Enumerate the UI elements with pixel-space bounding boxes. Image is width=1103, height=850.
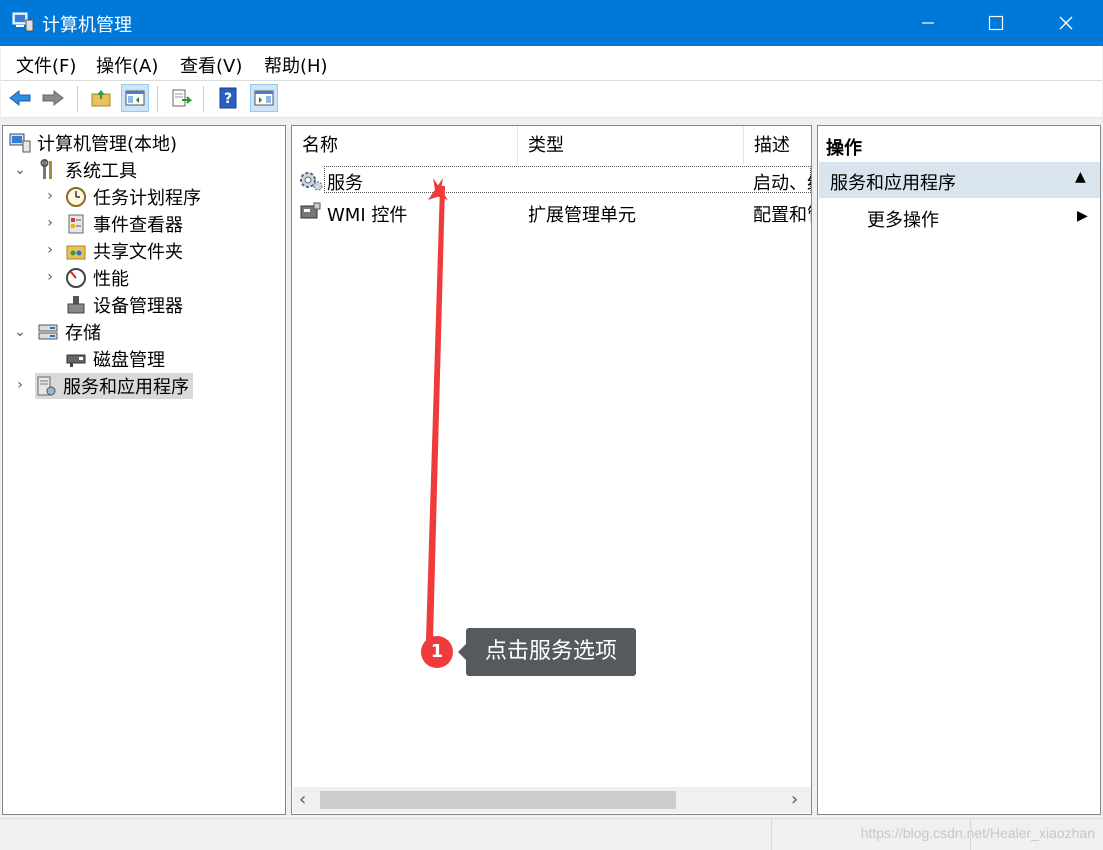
export-list-icon[interactable]	[167, 84, 195, 112]
menu-view[interactable]: 查看(V)	[180, 52, 242, 78]
tools-icon	[37, 159, 59, 181]
tree-item-label: 服务和应用程序	[63, 377, 189, 398]
tree-root-label: 计算机管理(本地)	[37, 134, 178, 155]
column-header-type[interactable]: 类型	[518, 126, 744, 164]
chevron-down-icon[interactable]: ⌄	[13, 324, 27, 340]
tree-item-label: 磁盘管理	[93, 350, 165, 371]
tree-item-label: 设备管理器	[93, 296, 183, 317]
menu-action[interactable]: 操作(A)	[96, 52, 158, 78]
chevron-right-icon[interactable]: ›	[13, 377, 27, 393]
tree-item-storage[interactable]: 存储	[37, 319, 101, 345]
svg-text:?: ?	[224, 91, 232, 107]
tree-item-task-scheduler[interactable]: 任务计划程序	[65, 184, 201, 210]
back-icon[interactable]	[6, 84, 34, 112]
forward-icon[interactable]	[39, 84, 67, 112]
cell-name: 服务	[327, 173, 363, 194]
row-focus-rect	[324, 166, 811, 193]
list-row-wmi[interactable]: WMI 控件 扩展管理单元 配置和管	[298, 198, 811, 226]
tree-item-shared-folders[interactable]: 共享文件夹	[65, 238, 183, 264]
services-gear-icon	[298, 168, 324, 197]
tree-item-label: 共享文件夹	[93, 242, 183, 263]
maximize-button[interactable]	[973, 0, 1019, 46]
show-hide-tree-icon[interactable]	[121, 84, 149, 112]
cell-description: 启动、约	[753, 173, 811, 194]
minimize-button[interactable]	[905, 0, 951, 46]
actions-title: 操作	[826, 138, 862, 159]
toolbar: ?	[1, 81, 1102, 118]
close-button[interactable]	[1043, 0, 1089, 46]
console-tree[interactable]: 计算机管理(本地) ⌄ 系统工具 › 任务计划程序 › 事件查看器 › 共享文件…	[2, 125, 286, 815]
chevron-right-icon[interactable]: ›	[43, 269, 57, 285]
clock-icon	[65, 186, 87, 208]
collapse-up-icon[interactable]: ▲	[1075, 169, 1086, 185]
shared-folder-icon	[65, 240, 87, 262]
tree-item-label: 存储	[65, 323, 101, 344]
chevron-right-icon[interactable]: ›	[43, 215, 57, 231]
toolbar-separator	[157, 86, 158, 112]
column-header-description[interactable]: 描述	[744, 126, 811, 164]
tree-item-device-manager[interactable]: 设备管理器	[65, 292, 183, 318]
performance-gauge-icon	[65, 267, 87, 289]
chevron-right-icon[interactable]: ›	[43, 242, 57, 258]
wmi-control-icon	[298, 200, 324, 229]
annotation-bubble-tail	[458, 644, 466, 660]
cell-name: WMI 控件	[327, 205, 408, 226]
watermark-text: https://blog.csdn.net/Healer_xiaozhan	[860, 825, 1095, 841]
chevron-down-icon[interactable]: ⌄	[13, 162, 27, 178]
horizontal-scrollbar[interactable]: ‹ ›	[293, 787, 811, 813]
tree-item-label: 性能	[93, 269, 129, 290]
help-icon[interactable]: ?	[214, 84, 242, 112]
toolbar-separator	[77, 86, 78, 112]
scroll-left-arrow[interactable]: ‹	[299, 789, 306, 810]
actions-group-label: 服务和应用程序	[830, 173, 956, 194]
tree-item-system-tools[interactable]: 系统工具	[37, 157, 137, 183]
menu-file[interactable]: 文件(F)	[16, 52, 76, 78]
cell-description: 配置和管	[753, 205, 811, 226]
results-list[interactable]: 名称 类型 描述 服务 启动、约 WMI 控件 扩展管理单元 配置和管 ‹ ›	[291, 125, 812, 815]
disk-management-icon	[65, 348, 87, 370]
window-title: 计算机管理	[42, 15, 132, 36]
menu-help[interactable]: 帮助(H)	[264, 52, 328, 78]
toolbar-separator	[203, 86, 204, 112]
tree-item-label: 任务计划程序	[93, 188, 201, 209]
tree-item-label: 事件查看器	[93, 215, 183, 236]
computer-management-icon	[9, 132, 31, 154]
up-folder-icon[interactable]	[87, 84, 115, 112]
tree-item-services-and-apps[interactable]: 服务和应用程序	[35, 373, 193, 399]
menu-bar: 文件(F) 操作(A) 查看(V) 帮助(H)	[1, 46, 1102, 81]
computer-management-icon	[12, 12, 34, 32]
tree-item-label: 系统工具	[65, 161, 137, 182]
status-separator	[771, 819, 772, 850]
actions-group-header[interactable]: 服务和应用程序 ▲	[819, 162, 1100, 198]
device-manager-icon	[65, 294, 87, 316]
list-row-services[interactable]: 服务 启动、约	[298, 166, 811, 194]
title-bar[interactable]: 计算机管理	[0, 0, 1103, 46]
status-bar: https://blog.csdn.net/Healer_xiaozhan	[0, 818, 1103, 850]
annotation-callout: 点击服务选项	[466, 628, 636, 676]
more-actions-item[interactable]: 更多操作 ▶	[819, 200, 1100, 234]
storage-icon	[37, 321, 59, 343]
tree-root[interactable]: 计算机管理(本地)	[9, 130, 177, 156]
services-apps-icon	[35, 375, 57, 397]
cell-type: 扩展管理单元	[528, 205, 636, 226]
event-viewer-icon	[65, 213, 87, 235]
scrollbar-thumb[interactable]	[320, 791, 676, 809]
actions-pane: 操作 服务和应用程序 ▲ 更多操作 ▶	[817, 125, 1101, 815]
tree-item-disk-management[interactable]: 磁盘管理	[65, 346, 165, 372]
scroll-right-arrow[interactable]: ›	[791, 789, 798, 810]
show-hide-action-pane-icon[interactable]	[250, 84, 278, 112]
submenu-arrow-icon: ▶	[1077, 208, 1088, 224]
tree-item-performance[interactable]: 性能	[65, 265, 129, 291]
more-actions-label: 更多操作	[867, 210, 939, 231]
column-header-name[interactable]: 名称	[292, 126, 518, 164]
annotation-step-number: 1	[421, 636, 453, 668]
chevron-right-icon[interactable]: ›	[43, 188, 57, 204]
tree-item-event-viewer[interactable]: 事件查看器	[65, 211, 183, 237]
